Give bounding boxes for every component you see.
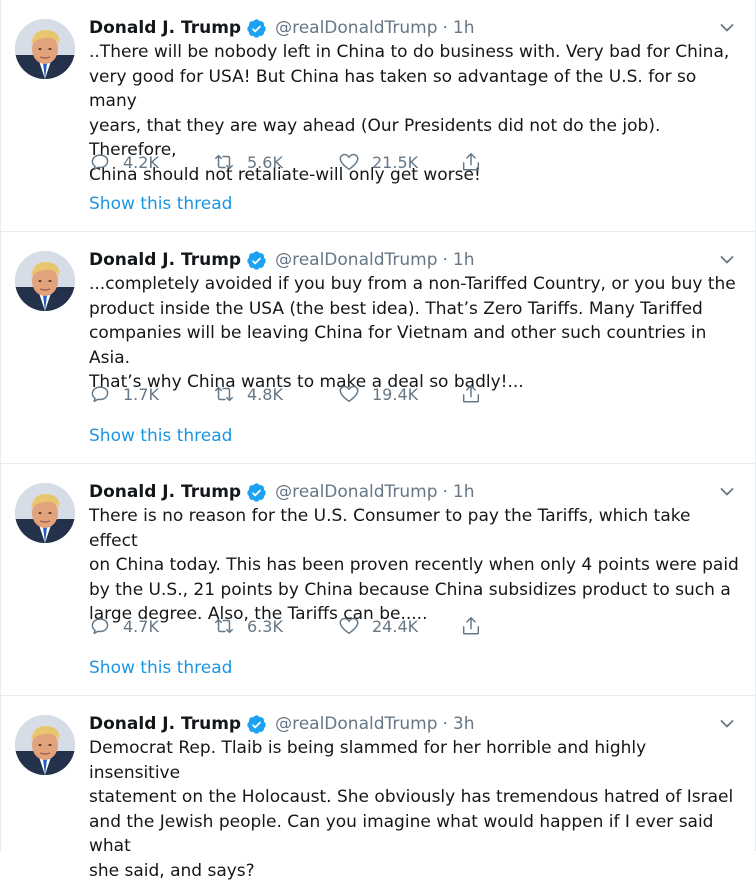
retweet-count: 5.6K: [247, 152, 283, 172]
retweet-icon: [215, 154, 233, 170]
reply-count: 1.7K: [123, 384, 159, 404]
tweet-actions: 4.2K 5.6K 21.5K: [89, 150, 489, 174]
retweet-icon: [215, 618, 233, 634]
show-thread-link[interactable]: Show this thread: [89, 194, 232, 214]
like-button[interactable]: 24.4K: [338, 615, 460, 637]
show-thread-link[interactable]: Show this thread: [89, 658, 232, 678]
author-name[interactable]: Donald J. Trump: [89, 482, 241, 502]
retweet-icon: [215, 386, 233, 402]
like-count: 19.4K: [372, 384, 419, 404]
tweet-timestamp[interactable]: 1h: [453, 250, 475, 270]
verified-badge-icon: [247, 482, 266, 502]
separator-dot: ·: [442, 18, 448, 38]
separator-dot: ·: [442, 250, 448, 270]
share-button[interactable]: [460, 615, 482, 637]
author-name[interactable]: Donald J. Trump: [89, 714, 241, 734]
tweet-timestamp[interactable]: 1h: [453, 18, 475, 38]
share-icon: [462, 385, 480, 403]
avatar[interactable]: [15, 251, 75, 311]
avatar[interactable]: [15, 483, 75, 543]
tweet-actions: 1.7K 4.8K 19.4K: [89, 382, 489, 406]
like-count: 24.4K: [372, 616, 419, 636]
separator-dot: ·: [442, 714, 448, 734]
verified-badge-icon: [247, 18, 266, 38]
author-handle[interactable]: @realDonaldTrump: [275, 18, 437, 38]
like-button[interactable]: 19.4K: [338, 383, 460, 405]
retweet-button[interactable]: 6.3K: [213, 615, 338, 637]
heart-icon: [339, 617, 359, 635]
tweet[interactable]: Donald J. Trump @realDonaldTrump · 1h ..…: [1, 232, 755, 464]
tweet-timestamp[interactable]: 3h: [453, 714, 475, 734]
tweet-header: Donald J. Trump @realDonaldTrump · 1h: [89, 16, 735, 40]
author-name[interactable]: Donald J. Trump: [89, 18, 241, 38]
reply-icon: [91, 386, 109, 403]
reply-icon: [91, 154, 109, 171]
share-button[interactable]: [460, 383, 482, 405]
reply-count: 4.2K: [123, 152, 159, 172]
chevron-down-icon[interactable]: [719, 20, 735, 36]
tweet-header: Donald J. Trump @realDonaldTrump · 3h: [89, 712, 735, 736]
chevron-down-icon[interactable]: [719, 484, 735, 500]
heart-icon: [339, 153, 359, 171]
retweet-count: 4.8K: [247, 384, 283, 404]
reply-button[interactable]: 4.2K: [89, 151, 213, 173]
verified-badge-icon: [247, 714, 266, 734]
retweet-count: 6.3K: [247, 616, 283, 636]
tweet[interactable]: Donald J. Trump @realDonaldTrump · 1h ..…: [1, 0, 755, 232]
show-thread-link[interactable]: Show this thread: [89, 426, 232, 446]
share-button[interactable]: [460, 151, 482, 173]
separator-dot: ·: [442, 482, 448, 502]
chevron-down-icon[interactable]: [719, 252, 735, 268]
avatar[interactable]: [15, 715, 75, 775]
tweet[interactable]: Donald J. Trump @realDonaldTrump · 1h Th…: [1, 464, 755, 696]
like-count: 21.5K: [372, 152, 419, 172]
reply-count: 4.7K: [123, 616, 159, 636]
timeline: Donald J. Trump @realDonaldTrump · 1h ..…: [0, 0, 756, 881]
retweet-button[interactable]: 5.6K: [213, 151, 338, 173]
tweet-header: Donald J. Trump @realDonaldTrump · 1h: [89, 248, 735, 272]
author-handle[interactable]: @realDonaldTrump: [275, 482, 437, 502]
heart-icon: [339, 385, 359, 403]
tweet-text: There is no reason for the U.S. Consumer…: [89, 506, 739, 624]
like-button[interactable]: 21.5K: [338, 151, 460, 173]
reply-button[interactable]: 1.7K: [89, 383, 213, 405]
author-handle[interactable]: @realDonaldTrump: [275, 714, 437, 734]
author-name[interactable]: Donald J. Trump: [89, 250, 241, 270]
tweet-header: Donald J. Trump @realDonaldTrump · 1h: [89, 480, 735, 504]
tweet-text: Democrat Rep. Tlaib is being slammed for…: [89, 738, 734, 881]
tweet-text: ...completely avoided if you buy from a …: [89, 274, 736, 392]
tweet[interactable]: Donald J. Trump @realDonaldTrump · 3h De…: [1, 696, 755, 881]
tweet-timestamp[interactable]: 1h: [453, 482, 475, 502]
avatar[interactable]: [15, 19, 75, 79]
chevron-down-icon[interactable]: [719, 716, 735, 732]
share-icon: [462, 617, 480, 635]
author-handle[interactable]: @realDonaldTrump: [275, 250, 437, 270]
share-icon: [462, 153, 480, 171]
retweet-button[interactable]: 4.8K: [213, 383, 338, 405]
verified-badge-icon: [247, 250, 266, 270]
reply-icon: [91, 618, 109, 635]
tweet-actions: 4.7K 6.3K 24.4K: [89, 614, 489, 638]
reply-button[interactable]: 4.7K: [89, 615, 213, 637]
